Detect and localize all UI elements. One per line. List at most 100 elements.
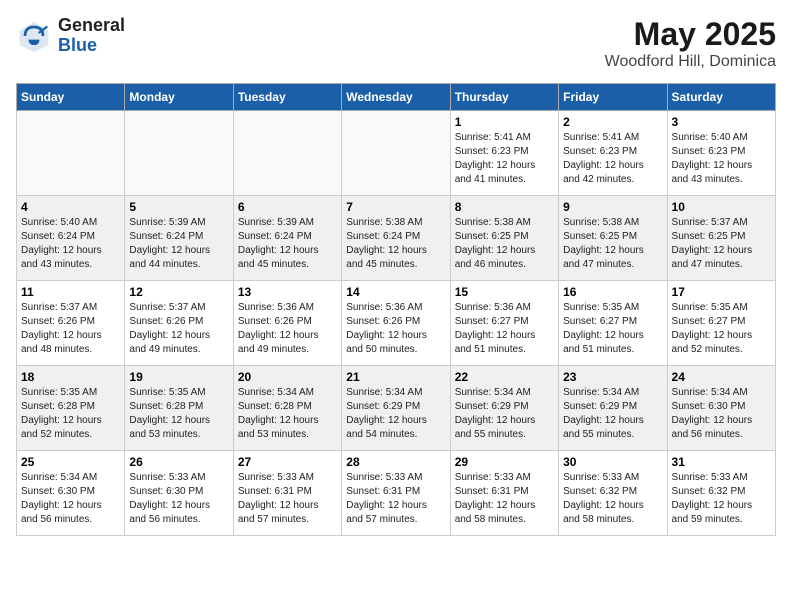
day-number: 24 xyxy=(672,370,771,384)
calendar-cell: 6 Sunrise: 5:39 AM Sunset: 6:24 PM Daylig… xyxy=(233,196,341,281)
header-day-wednesday: Wednesday xyxy=(342,84,450,111)
calendar-cell: 23Sunrise: 5:34 AM Sunset: 6:29 PM Dayli… xyxy=(559,366,667,451)
calendar-cell: 3 Sunrise: 5:40 AM Sunset: 6:23 PM Daylig… xyxy=(667,111,775,196)
day-info: Sunrise: 5:38 AM Sunset: 6:25 PM Dayligh… xyxy=(563,216,662,272)
calendar-week-row: 4 Sunrise: 5:40 AM Sunset: 6:24 PM Daylig… xyxy=(17,196,776,281)
day-info: Sunrise: 5:36 AM Sunset: 6:26 PM Dayligh… xyxy=(238,301,337,357)
day-info: Sunrise: 5:34 AM Sunset: 6:29 PM Dayligh… xyxy=(455,386,554,442)
header-day-monday: Monday xyxy=(125,84,233,111)
header-day-friday: Friday xyxy=(559,84,667,111)
day-number: 16 xyxy=(563,285,662,299)
calendar-table: SundayMondayTuesdayWednesdayThursdayFrid… xyxy=(16,83,776,536)
month-year-title: May 2025 xyxy=(605,16,776,53)
day-info: Sunrise: 5:37 AM Sunset: 6:25 PM Dayligh… xyxy=(672,216,771,272)
location-subtitle: Woodford Hill, Dominica xyxy=(605,53,776,71)
day-info: Sunrise: 5:34 AM Sunset: 6:29 PM Dayligh… xyxy=(346,386,445,442)
day-number: 17 xyxy=(672,285,771,299)
day-number: 12 xyxy=(129,285,228,299)
header-day-saturday: Saturday xyxy=(667,84,775,111)
day-number: 13 xyxy=(238,285,337,299)
day-number: 8 xyxy=(455,200,554,214)
day-info: Sunrise: 5:37 AM Sunset: 6:26 PM Dayligh… xyxy=(21,301,120,357)
day-number: 3 xyxy=(672,115,771,129)
day-info: Sunrise: 5:37 AM Sunset: 6:26 PM Dayligh… xyxy=(129,301,228,357)
calendar-cell: 13 Sunrise: 5:36 AM Sunset: 6:26 PM Dayli… xyxy=(233,281,341,366)
calendar-cell: 7 Sunrise: 5:38 AM Sunset: 6:24 PM Daylig… xyxy=(342,196,450,281)
calendar-cell: 4 Sunrise: 5:40 AM Sunset: 6:24 PM Daylig… xyxy=(17,196,125,281)
day-number: 31 xyxy=(672,455,771,469)
day-info: Sunrise: 5:40 AM Sunset: 6:24 PM Dayligh… xyxy=(21,216,120,272)
day-number: 22 xyxy=(455,370,554,384)
calendar-cell: 30 Sunrise: 5:33 AM Sunset: 6:32 PM Dayli… xyxy=(559,451,667,536)
day-number: 14 xyxy=(346,285,445,299)
day-info: Sunrise: 5:33 AM Sunset: 6:30 PM Dayligh… xyxy=(129,471,228,527)
calendar-cell: 1Sunrise: 5:41 AM Sunset: 6:23 PM Daylig… xyxy=(450,111,558,196)
day-number: 9 xyxy=(563,200,662,214)
day-info: Sunrise: 5:35 AM Sunset: 6:27 PM Dayligh… xyxy=(563,301,662,357)
calendar-cell: 14 Sunrise: 5:36 AM Sunset: 6:26 PM Dayli… xyxy=(342,281,450,366)
calendar-week-row: 1Sunrise: 5:41 AM Sunset: 6:23 PM Daylig… xyxy=(17,111,776,196)
day-info: Sunrise: 5:35 AM Sunset: 6:27 PM Dayligh… xyxy=(672,301,771,357)
title-block: May 2025 Woodford Hill, Dominica xyxy=(605,16,776,71)
calendar-cell xyxy=(342,111,450,196)
calendar-cell: 18 Sunrise: 5:35 AM Sunset: 6:28 PM Dayli… xyxy=(17,366,125,451)
day-info: Sunrise: 5:34 AM Sunset: 6:30 PM Dayligh… xyxy=(672,386,771,442)
day-info: Sunrise: 5:38 AM Sunset: 6:25 PM Dayligh… xyxy=(455,216,554,272)
calendar-cell: 5 Sunrise: 5:39 AM Sunset: 6:24 PM Daylig… xyxy=(125,196,233,281)
calendar-cell xyxy=(125,111,233,196)
calendar-header-row: SundayMondayTuesdayWednesdayThursdayFrid… xyxy=(17,84,776,111)
day-info: Sunrise: 5:39 AM Sunset: 6:24 PM Dayligh… xyxy=(238,216,337,272)
calendar-cell: 9 Sunrise: 5:38 AM Sunset: 6:25 PM Daylig… xyxy=(559,196,667,281)
day-info: Sunrise: 5:35 AM Sunset: 6:28 PM Dayligh… xyxy=(129,386,228,442)
calendar-cell: 25Sunrise: 5:34 AM Sunset: 6:30 PM Dayli… xyxy=(17,451,125,536)
day-info: Sunrise: 5:36 AM Sunset: 6:26 PM Dayligh… xyxy=(346,301,445,357)
day-number: 23 xyxy=(563,370,662,384)
day-number: 21 xyxy=(346,370,445,384)
day-info: Sunrise: 5:34 AM Sunset: 6:28 PM Dayligh… xyxy=(238,386,337,442)
day-number: 27 xyxy=(238,455,337,469)
day-info: Sunrise: 5:41 AM Sunset: 6:23 PM Dayligh… xyxy=(563,131,662,187)
header-day-sunday: Sunday xyxy=(17,84,125,111)
calendar-cell: 27 Sunrise: 5:33 AM Sunset: 6:31 PM Dayli… xyxy=(233,451,341,536)
logo-icon xyxy=(16,18,52,54)
day-info: Sunrise: 5:38 AM Sunset: 6:24 PM Dayligh… xyxy=(346,216,445,272)
day-number: 5 xyxy=(129,200,228,214)
day-info: Sunrise: 5:35 AM Sunset: 6:28 PM Dayligh… xyxy=(21,386,120,442)
calendar-cell: 2 Sunrise: 5:41 AM Sunset: 6:23 PM Daylig… xyxy=(559,111,667,196)
calendar-week-row: 11 Sunrise: 5:37 AM Sunset: 6:26 PM Dayli… xyxy=(17,281,776,366)
logo: General Blue xyxy=(16,16,125,56)
day-info: Sunrise: 5:40 AM Sunset: 6:23 PM Dayligh… xyxy=(672,131,771,187)
day-number: 18 xyxy=(21,370,120,384)
header-day-tuesday: Tuesday xyxy=(233,84,341,111)
day-number: 20 xyxy=(238,370,337,384)
logo-blue-text: Blue xyxy=(58,36,125,56)
calendar-cell xyxy=(233,111,341,196)
day-number: 30 xyxy=(563,455,662,469)
day-info: Sunrise: 5:33 AM Sunset: 6:31 PM Dayligh… xyxy=(238,471,337,527)
day-number: 19 xyxy=(129,370,228,384)
day-number: 6 xyxy=(238,200,337,214)
calendar-cell: 16 Sunrise: 5:35 AM Sunset: 6:27 PM Dayli… xyxy=(559,281,667,366)
day-number: 29 xyxy=(455,455,554,469)
calendar-cell: 26Sunrise: 5:33 AM Sunset: 6:30 PM Dayli… xyxy=(125,451,233,536)
logo-text: General Blue xyxy=(58,16,125,56)
calendar-cell: 29Sunrise: 5:33 AM Sunset: 6:31 PM Dayli… xyxy=(450,451,558,536)
calendar-cell: 28Sunrise: 5:33 AM Sunset: 6:31 PM Dayli… xyxy=(342,451,450,536)
calendar-cell: 31 Sunrise: 5:33 AM Sunset: 6:32 PM Dayli… xyxy=(667,451,775,536)
day-info: Sunrise: 5:34 AM Sunset: 6:30 PM Dayligh… xyxy=(21,471,120,527)
day-info: Sunrise: 5:33 AM Sunset: 6:32 PM Dayligh… xyxy=(563,471,662,527)
day-number: 10 xyxy=(672,200,771,214)
day-number: 11 xyxy=(21,285,120,299)
day-number: 7 xyxy=(346,200,445,214)
day-number: 28 xyxy=(346,455,445,469)
day-number: 4 xyxy=(21,200,120,214)
calendar-week-row: 25Sunrise: 5:34 AM Sunset: 6:30 PM Dayli… xyxy=(17,451,776,536)
calendar-week-row: 18 Sunrise: 5:35 AM Sunset: 6:28 PM Dayli… xyxy=(17,366,776,451)
calendar-cell: 17 Sunrise: 5:35 AM Sunset: 6:27 PM Dayli… xyxy=(667,281,775,366)
calendar-cell: 19 Sunrise: 5:35 AM Sunset: 6:28 PM Dayli… xyxy=(125,366,233,451)
page-header: General Blue May 2025 Woodford Hill, Dom… xyxy=(16,16,776,71)
day-info: Sunrise: 5:39 AM Sunset: 6:24 PM Dayligh… xyxy=(129,216,228,272)
day-info: Sunrise: 5:33 AM Sunset: 6:32 PM Dayligh… xyxy=(672,471,771,527)
day-number: 15 xyxy=(455,285,554,299)
day-number: 2 xyxy=(563,115,662,129)
